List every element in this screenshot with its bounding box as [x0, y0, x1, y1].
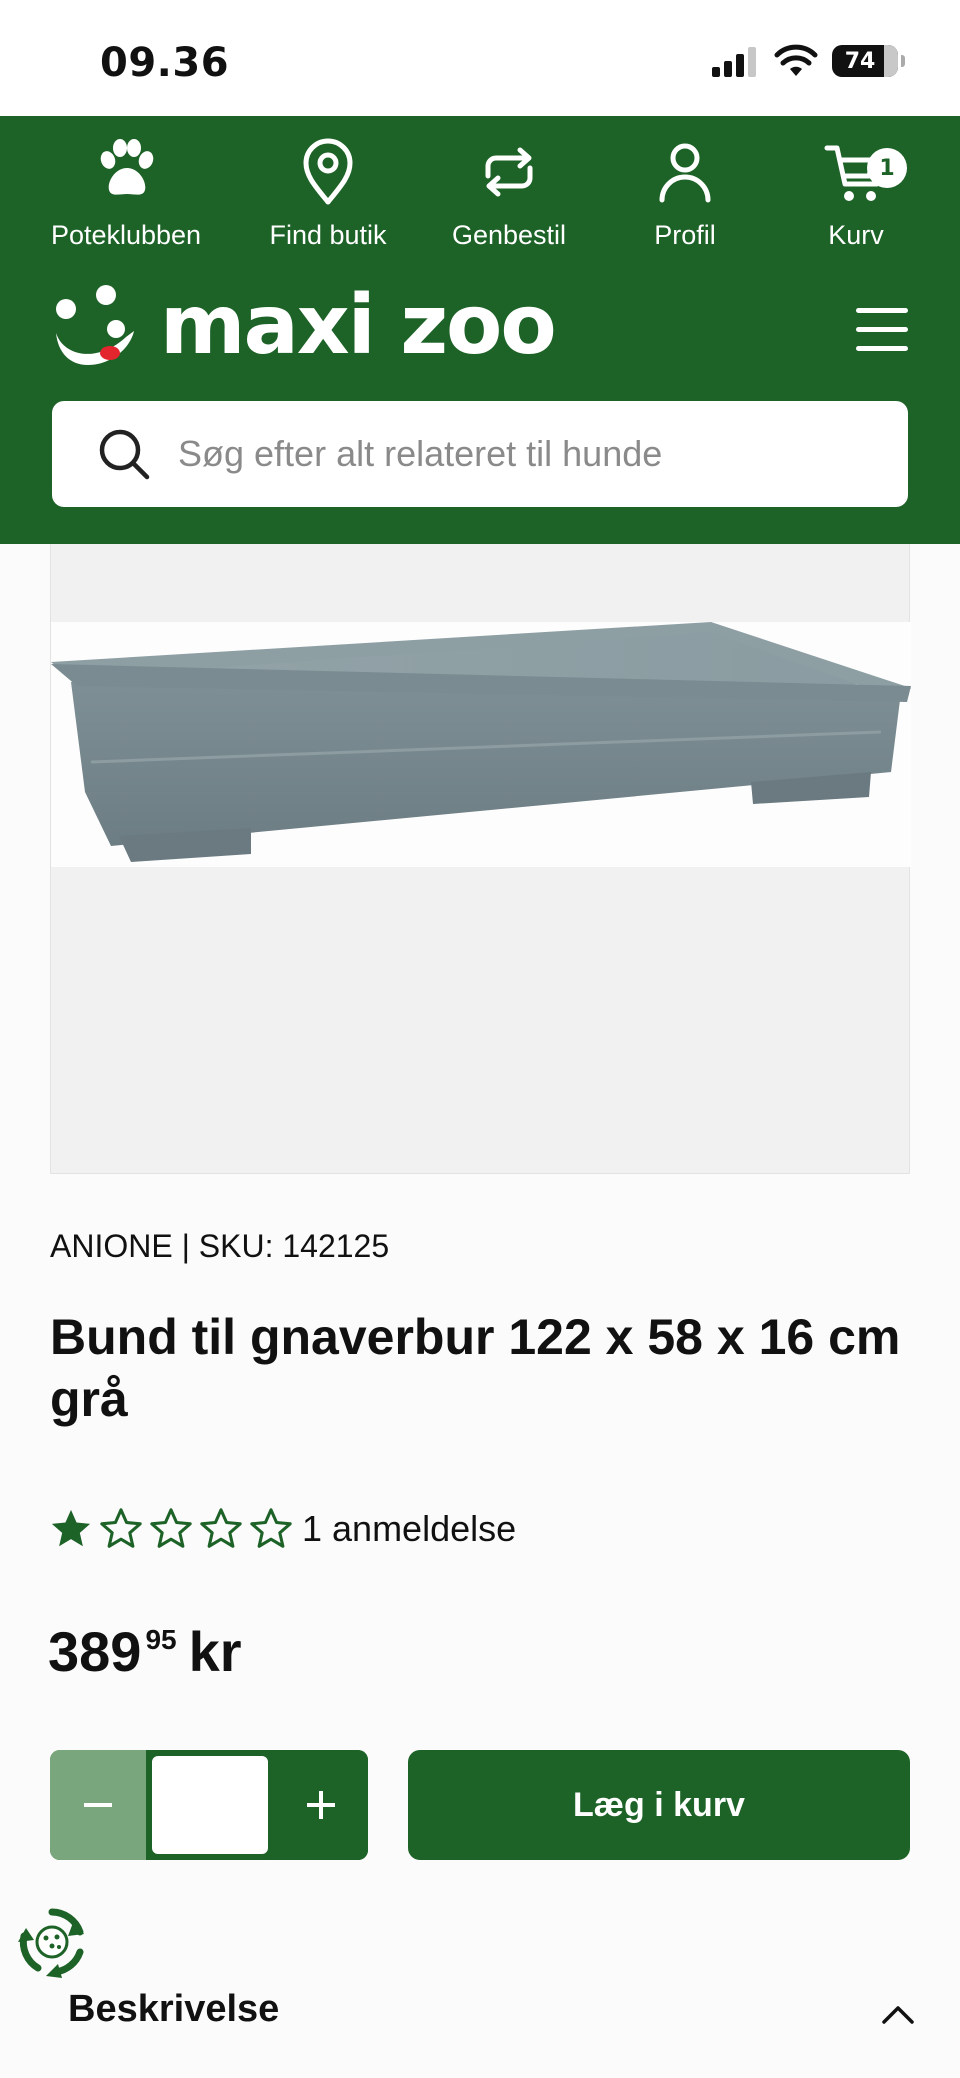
add-to-cart-button[interactable]: Læg i kurv — [408, 1750, 910, 1860]
star-outline-icon — [150, 1508, 192, 1548]
brand-sku: ANIONE | SKU: 142125 — [50, 1228, 390, 1264]
nav-poteklubben[interactable]: Poteklubben — [41, 136, 211, 251]
search-input[interactable] — [178, 433, 878, 475]
product-price: 389 95 kr — [48, 1620, 242, 1684]
reorder-icon — [485, 147, 533, 197]
quantity-stepper — [50, 1750, 368, 1860]
status-icons: 74 — [710, 44, 905, 78]
site-header: Poteklubben Find butik Genbestil Profil … — [0, 116, 960, 544]
nav-label: Kurv — [828, 220, 884, 250]
nav-label: Find butik — [269, 220, 387, 250]
quantity-input[interactable] — [146, 1750, 274, 1860]
minus-icon — [84, 1803, 112, 1807]
logo-face-icon — [56, 285, 134, 365]
product-image — [51, 622, 911, 867]
quantity-decrease-button[interactable] — [50, 1750, 146, 1860]
user-icon — [659, 143, 711, 203]
nav-label: Genbestil — [451, 220, 567, 250]
paw-icon — [100, 139, 154, 195]
description-accordion[interactable]: Beskrivelse — [68, 1980, 918, 2060]
nav-genbestil[interactable]: Genbestil — [424, 136, 594, 251]
product-rating[interactable]: 1 anmeldelse — [48, 1506, 516, 1552]
star-filled-icon — [51, 1509, 91, 1547]
price-currency: kr — [188, 1620, 242, 1683]
hamburger-menu-button[interactable] — [856, 308, 908, 352]
status-bar: 09.36 74 — [0, 0, 960, 116]
star-outline-icon — [100, 1508, 142, 1548]
cart-count-badge: 1 — [867, 148, 907, 188]
product-image-gallery[interactable] — [50, 544, 911, 1174]
nav-profil[interactable]: Profil — [600, 136, 770, 251]
review-count-link[interactable]: 1 anmeldelse — [302, 1508, 516, 1550]
status-time: 09.36 — [100, 40, 230, 86]
logo-text: maxi zoo — [160, 278, 557, 373]
star-outline-icon — [250, 1508, 292, 1548]
battery-level: 74 — [844, 48, 876, 74]
eco-recycle-icon[interactable] — [16, 1906, 88, 1978]
search-bar[interactable] — [52, 401, 908, 507]
search-icon — [99, 429, 150, 480]
price-decimals: 95 — [145, 1624, 177, 1655]
maxi-zoo-logo[interactable]: maxi zoo — [48, 276, 557, 376]
price-integer: 389 — [48, 1620, 142, 1683]
plus-icon — [307, 1791, 335, 1819]
top-nav: Poteklubben Find butik Genbestil Profil … — [0, 136, 960, 266]
nav-label: Profil — [654, 220, 716, 250]
quantity-increase-button[interactable] — [274, 1750, 368, 1860]
nav-label: Poteklubben — [50, 220, 202, 250]
wifi-icon — [774, 44, 818, 76]
description-heading: Beskrivelse — [68, 1988, 280, 2030]
product-title: Bund til gnaverbur 122 x 58 x 16 cm grå — [50, 1309, 901, 1427]
nav-kurv[interactable]: 1 Kurv — [771, 136, 941, 251]
battery-indicator: 74 — [832, 45, 905, 77]
location-pin-icon — [303, 138, 353, 205]
signal-icon — [712, 47, 756, 77]
star-outline-icon — [200, 1508, 242, 1548]
cage-tray-image — [51, 622, 911, 862]
nav-find-butik[interactable]: Find butik — [243, 136, 413, 251]
chevron-up-icon — [882, 2006, 914, 2024]
